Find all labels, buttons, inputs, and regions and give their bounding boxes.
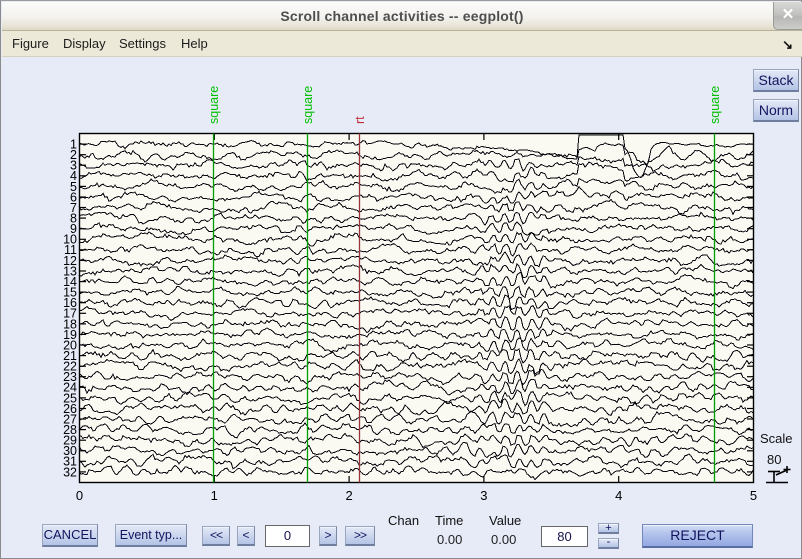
svg-text:4: 4 <box>615 488 622 503</box>
svg-text:32: 32 <box>63 465 77 479</box>
svg-text:0: 0 <box>76 488 83 503</box>
svg-text:3: 3 <box>480 488 487 503</box>
svg-text:rt: rt <box>353 116 367 124</box>
svg-text:2: 2 <box>345 488 352 503</box>
svg-text:5: 5 <box>750 488 757 503</box>
svg-text:square: square <box>207 86 221 124</box>
svg-text:square: square <box>708 86 722 124</box>
svg-text:1: 1 <box>211 488 218 503</box>
svg-text:square: square <box>301 86 315 124</box>
